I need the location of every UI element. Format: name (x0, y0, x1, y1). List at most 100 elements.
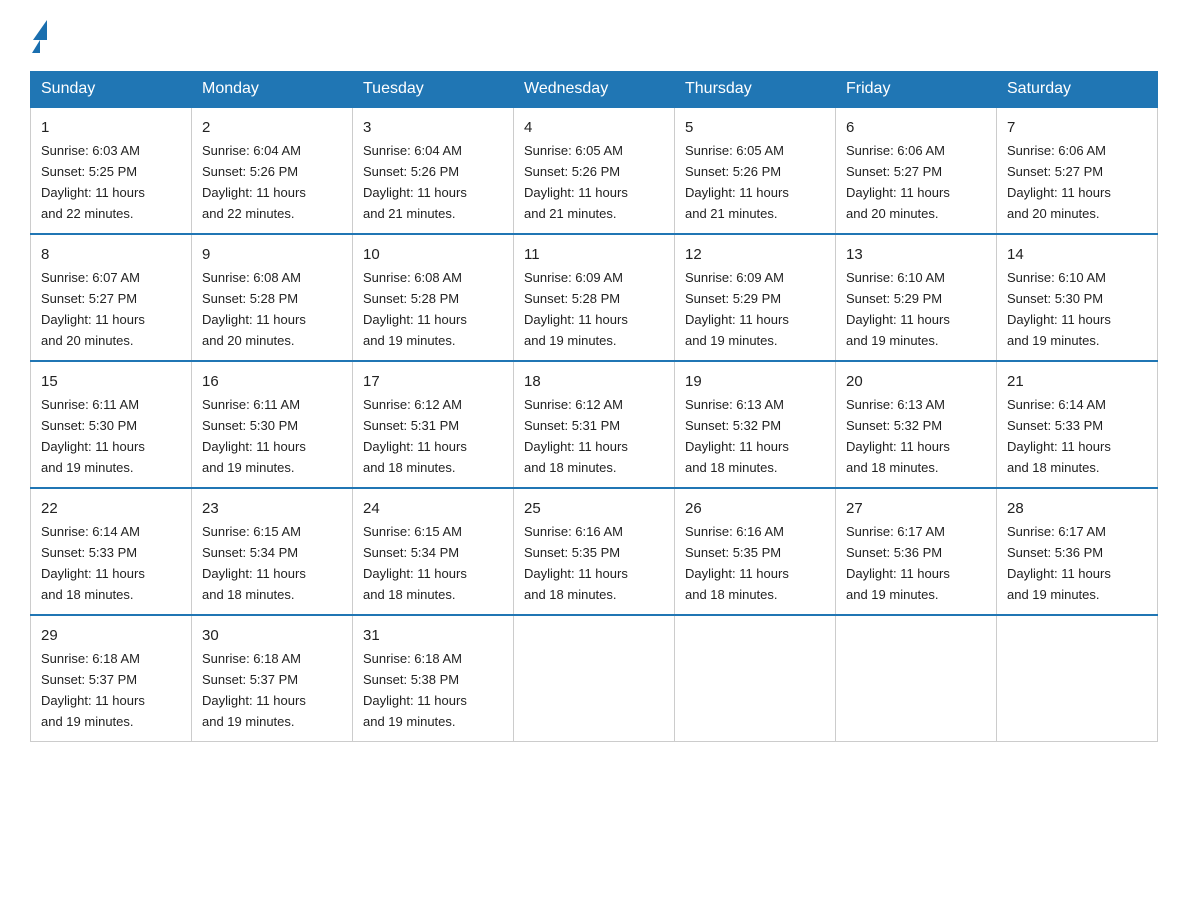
day-info: Sunrise: 6:10 AMSunset: 5:30 PMDaylight:… (1007, 270, 1111, 348)
day-info: Sunrise: 6:17 AMSunset: 5:36 PMDaylight:… (846, 524, 950, 602)
weekday-header-wednesday: Wednesday (514, 72, 675, 108)
weekday-header-saturday: Saturday (997, 72, 1158, 108)
calendar-cell: 17 Sunrise: 6:12 AMSunset: 5:31 PMDayligh… (353, 361, 514, 488)
day-info: Sunrise: 6:13 AMSunset: 5:32 PMDaylight:… (685, 397, 789, 475)
calendar-cell (997, 615, 1158, 741)
calendar-cell: 9 Sunrise: 6:08 AMSunset: 5:28 PMDaylight… (192, 234, 353, 361)
weekday-header-monday: Monday (192, 72, 353, 108)
calendar-cell: 24 Sunrise: 6:15 AMSunset: 5:34 PMDayligh… (353, 488, 514, 615)
day-info: Sunrise: 6:14 AMSunset: 5:33 PMDaylight:… (1007, 397, 1111, 475)
calendar-cell: 27 Sunrise: 6:17 AMSunset: 5:36 PMDayligh… (836, 488, 997, 615)
calendar-week-row: 1 Sunrise: 6:03 AMSunset: 5:25 PMDaylight… (31, 107, 1158, 234)
day-number: 5 (685, 116, 825, 139)
day-info: Sunrise: 6:13 AMSunset: 5:32 PMDaylight:… (846, 397, 950, 475)
day-number: 30 (202, 624, 342, 647)
page-header (30, 20, 1158, 53)
calendar-cell: 15 Sunrise: 6:11 AMSunset: 5:30 PMDayligh… (31, 361, 192, 488)
weekday-header-row: SundayMondayTuesdayWednesdayThursdayFrid… (31, 72, 1158, 108)
day-number: 7 (1007, 116, 1147, 139)
logo-triangle-small-icon (32, 40, 40, 53)
calendar-cell (514, 615, 675, 741)
calendar-week-row: 8Sunrise: 6:07 AMSunset: 5:27 PMDaylight… (31, 234, 1158, 361)
calendar-cell: 18 Sunrise: 6:12 AMSunset: 5:31 PMDayligh… (514, 361, 675, 488)
calendar-cell: 7 Sunrise: 6:06 AMSunset: 5:27 PMDaylight… (997, 107, 1158, 234)
day-info: Sunrise: 6:08 AMSunset: 5:28 PMDaylight:… (363, 270, 467, 348)
day-number: 14 (1007, 243, 1147, 266)
calendar-cell: 25 Sunrise: 6:16 AMSunset: 5:35 PMDayligh… (514, 488, 675, 615)
calendar-cell: 12 Sunrise: 6:09 AMSunset: 5:29 PMDayligh… (675, 234, 836, 361)
weekday-header-tuesday: Tuesday (353, 72, 514, 108)
day-number: 18 (524, 370, 664, 393)
calendar-cell: 26 Sunrise: 6:16 AMSunset: 5:35 PMDayligh… (675, 488, 836, 615)
calendar-cell: 14 Sunrise: 6:10 AMSunset: 5:30 PMDayligh… (997, 234, 1158, 361)
day-number: 22 (41, 497, 181, 520)
day-info: Sunrise: 6:04 AMSunset: 5:26 PMDaylight:… (202, 143, 306, 221)
day-number: 15 (41, 370, 181, 393)
calendar-cell: 11Sunrise: 6:09 AMSunset: 5:28 PMDayligh… (514, 234, 675, 361)
day-number: 6 (846, 116, 986, 139)
day-number: 19 (685, 370, 825, 393)
day-info: Sunrise: 6:16 AMSunset: 5:35 PMDaylight:… (524, 524, 628, 602)
day-number: 16 (202, 370, 342, 393)
day-info: Sunrise: 6:08 AMSunset: 5:28 PMDaylight:… (202, 270, 306, 348)
day-number: 29 (41, 624, 181, 647)
calendar-table: SundayMondayTuesdayWednesdayThursdayFrid… (30, 71, 1158, 742)
calendar-cell: 23Sunrise: 6:15 AMSunset: 5:34 PMDayligh… (192, 488, 353, 615)
day-number: 10 (363, 243, 503, 266)
day-info: Sunrise: 6:11 AMSunset: 5:30 PMDaylight:… (41, 397, 145, 475)
calendar-cell: 13 Sunrise: 6:10 AMSunset: 5:29 PMDayligh… (836, 234, 997, 361)
day-number: 2 (202, 116, 342, 139)
day-info: Sunrise: 6:12 AMSunset: 5:31 PMDaylight:… (363, 397, 467, 475)
day-info: Sunrise: 6:04 AMSunset: 5:26 PMDaylight:… (363, 143, 467, 221)
day-number: 27 (846, 497, 986, 520)
day-number: 1 (41, 116, 181, 139)
calendar-cell: 2 Sunrise: 6:04 AMSunset: 5:26 PMDaylight… (192, 107, 353, 234)
calendar-cell (836, 615, 997, 741)
day-number: 21 (1007, 370, 1147, 393)
calendar-cell: 10 Sunrise: 6:08 AMSunset: 5:28 PMDayligh… (353, 234, 514, 361)
calendar-cell: 29 Sunrise: 6:18 AMSunset: 5:37 PMDayligh… (31, 615, 192, 741)
calendar-week-row: 15 Sunrise: 6:11 AMSunset: 5:30 PMDayligh… (31, 361, 1158, 488)
logo-triangle-icon (33, 20, 47, 40)
calendar-cell: 1 Sunrise: 6:03 AMSunset: 5:25 PMDaylight… (31, 107, 192, 234)
day-info: Sunrise: 6:06 AMSunset: 5:27 PMDaylight:… (1007, 143, 1111, 221)
day-number: 3 (363, 116, 503, 139)
day-info: Sunrise: 6:12 AMSunset: 5:31 PMDaylight:… (524, 397, 628, 475)
calendar-cell: 20 Sunrise: 6:13 AMSunset: 5:32 PMDayligh… (836, 361, 997, 488)
calendar-week-row: 22 Sunrise: 6:14 AMSunset: 5:33 PMDayligh… (31, 488, 1158, 615)
day-info: Sunrise: 6:18 AMSunset: 5:37 PMDaylight:… (41, 651, 145, 729)
weekday-header-friday: Friday (836, 72, 997, 108)
day-info: Sunrise: 6:09 AMSunset: 5:29 PMDaylight:… (685, 270, 789, 348)
calendar-cell: 31Sunrise: 6:18 AMSunset: 5:38 PMDayligh… (353, 615, 514, 741)
day-number: 28 (1007, 497, 1147, 520)
day-number: 26 (685, 497, 825, 520)
day-number: 13 (846, 243, 986, 266)
day-info: Sunrise: 6:14 AMSunset: 5:33 PMDaylight:… (41, 524, 145, 602)
calendar-cell: 28 Sunrise: 6:17 AMSunset: 5:36 PMDayligh… (997, 488, 1158, 615)
day-number: 20 (846, 370, 986, 393)
day-info: Sunrise: 6:05 AMSunset: 5:26 PMDaylight:… (524, 143, 628, 221)
calendar-cell: 8Sunrise: 6:07 AMSunset: 5:27 PMDaylight… (31, 234, 192, 361)
day-info: Sunrise: 6:17 AMSunset: 5:36 PMDaylight:… (1007, 524, 1111, 602)
weekday-header-thursday: Thursday (675, 72, 836, 108)
day-info: Sunrise: 6:05 AMSunset: 5:26 PMDaylight:… (685, 143, 789, 221)
day-number: 17 (363, 370, 503, 393)
day-number: 24 (363, 497, 503, 520)
day-info: Sunrise: 6:16 AMSunset: 5:35 PMDaylight:… (685, 524, 789, 602)
calendar-cell: 6Sunrise: 6:06 AMSunset: 5:27 PMDaylight… (836, 107, 997, 234)
calendar-cell: 19 Sunrise: 6:13 AMSunset: 5:32 PMDayligh… (675, 361, 836, 488)
day-info: Sunrise: 6:10 AMSunset: 5:29 PMDaylight:… (846, 270, 950, 348)
day-info: Sunrise: 6:07 AMSunset: 5:27 PMDaylight:… (41, 270, 145, 348)
calendar-cell: 22 Sunrise: 6:14 AMSunset: 5:33 PMDayligh… (31, 488, 192, 615)
calendar-cell: 30Sunrise: 6:18 AMSunset: 5:37 PMDayligh… (192, 615, 353, 741)
calendar-cell (675, 615, 836, 741)
day-info: Sunrise: 6:03 AMSunset: 5:25 PMDaylight:… (41, 143, 145, 221)
calendar-cell: 5 Sunrise: 6:05 AMSunset: 5:26 PMDaylight… (675, 107, 836, 234)
weekday-header-sunday: Sunday (31, 72, 192, 108)
day-number: 25 (524, 497, 664, 520)
day-info: Sunrise: 6:15 AMSunset: 5:34 PMDaylight:… (363, 524, 467, 602)
day-number: 9 (202, 243, 342, 266)
day-number: 12 (685, 243, 825, 266)
day-info: Sunrise: 6:11 AMSunset: 5:30 PMDaylight:… (202, 397, 306, 475)
day-info: Sunrise: 6:15 AMSunset: 5:34 PMDaylight:… (202, 524, 306, 602)
